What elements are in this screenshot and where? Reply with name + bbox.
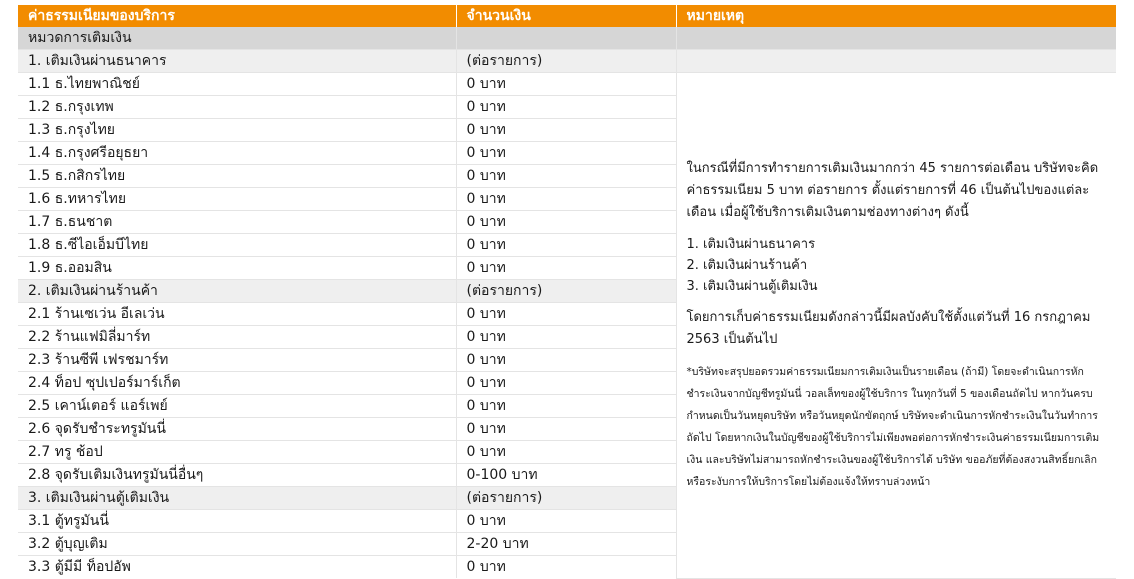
group-unit: (ต่อรายการ) bbox=[456, 279, 677, 303]
group-unit: (ต่อรายการ) bbox=[456, 486, 677, 510]
header-fee: ค่าธรรมเนียมของบริการ bbox=[18, 5, 457, 27]
header-note: หมายเหตุ bbox=[676, 5, 1116, 27]
row-label: 2.6 จุดรับชำระทรูมันนี่ bbox=[18, 417, 457, 441]
row-amount: 0-100 บาท bbox=[456, 463, 677, 487]
note-list-item: 3. เติมเงินผ่านตู้เติมเงิน bbox=[686, 278, 818, 294]
row-label: 1.9 ธ.ออมสิน bbox=[18, 256, 457, 280]
row-amount: 0 บาท bbox=[456, 394, 677, 418]
row-amount: 0 บาท bbox=[456, 187, 677, 211]
group-title: 2. เติมเงินผ่านร้านค้า bbox=[18, 279, 457, 303]
row-amount: 0 บาท bbox=[456, 233, 677, 257]
row-label: 1.2 ธ.กรุงเทพ bbox=[18, 95, 457, 119]
row-label: 1.6 ธ.ทหารไทย bbox=[18, 187, 457, 211]
row-amount: 0 บาท bbox=[456, 325, 677, 349]
row-label: 2.1 ร้านเซเว่น อีเลเว่น bbox=[18, 302, 457, 326]
row-amount: 0 บาท bbox=[456, 509, 677, 533]
note-list: 1. เติมเงินผ่านธนาคาร 2. เติมเงินผ่านร้า… bbox=[687, 234, 1107, 297]
group-row: 1. เติมเงินผ่านธนาคาร (ต่อรายการ) bbox=[18, 49, 1116, 73]
row-label: 3.1 ตู้ทรูมันนี่ bbox=[18, 509, 457, 533]
row-amount: 0 บาท bbox=[456, 440, 677, 464]
category-row: หมวดการเติมเงิน bbox=[18, 27, 1116, 50]
row-label: 2.7 ทรู ช้อป bbox=[18, 440, 457, 464]
fee-table: ค่าธรรมเนียมของบริการ จำนวนเงิน หมายเหตุ… bbox=[18, 5, 1116, 579]
row-amount: 0 บาท bbox=[456, 72, 677, 96]
row-label: 1.4 ธ.กรุงศรีอยุธยา bbox=[18, 141, 457, 165]
row-amount: 0 บาท bbox=[456, 210, 677, 234]
row-label: 3.2 ตู้บุญเติม bbox=[18, 532, 457, 556]
row-label: 2.3 ร้านซีพี เฟรชมาร์ท bbox=[18, 348, 457, 372]
note-cell: ในกรณีที่มีการทำรายการเติมเงินมากกว่า 45… bbox=[676, 72, 1116, 579]
header-amount: จำนวนเงิน bbox=[456, 5, 677, 27]
row-amount: 2-20 บาท bbox=[456, 532, 677, 556]
row-amount: 0 บาท bbox=[456, 348, 677, 372]
row-label: 1.5 ธ.กสิกรไทย bbox=[18, 164, 457, 188]
row-label: 2.5 เคาน์เตอร์ แอร์เพย์ bbox=[18, 394, 457, 418]
row-amount: 0 บาท bbox=[456, 118, 677, 142]
group-unit: (ต่อรายการ) bbox=[456, 49, 677, 73]
row-label: 2.2 ร้านแฟมิลี่มาร์ท bbox=[18, 325, 457, 349]
group-title: 3. เติมเงินผ่านตู้เติมเงิน bbox=[18, 486, 457, 510]
row-amount: 0 บาท bbox=[456, 164, 677, 188]
row-label: 1.7 ธ.ธนชาต bbox=[18, 210, 457, 234]
row-amount: 0 บาท bbox=[456, 256, 677, 280]
note-effective-date: โดยการเก็บค่าธรรมเนียมดังกล่าวนี้มีผลบัง… bbox=[686, 309, 1091, 347]
row-amount: 0 บาท bbox=[456, 95, 677, 119]
row-label: 1.8 ธ.ซีไอเอ็มบีไทย bbox=[18, 233, 457, 257]
row-amount: 0 บาท bbox=[456, 417, 677, 441]
note-main: ในกรณีที่มีการทำรายการเติมเงินมากกว่า 45… bbox=[686, 160, 1099, 220]
row-label: 3.3 ตู้มีมี ท็อปอัพ bbox=[18, 555, 457, 578]
row-amount: 0 บาท bbox=[456, 371, 677, 395]
row-label: 1.3 ธ.กรุงไทย bbox=[18, 118, 457, 142]
group-title: 1. เติมเงินผ่านธนาคาร bbox=[18, 49, 457, 73]
row-amount: 0 บาท bbox=[456, 141, 677, 165]
row-label: 2.4 ท็อป ซุปเปอร์มาร์เก็ต bbox=[18, 371, 457, 395]
note-list-item: 1. เติมเงินผ่านธนาคาร bbox=[686, 236, 816, 252]
row-label: 2.8 จุดรับเติมเงินทรูมันนี่อื่นๆ bbox=[18, 463, 457, 487]
category-title: หมวดการเติมเงิน bbox=[18, 27, 457, 50]
row-amount: 0 บาท bbox=[456, 555, 677, 578]
row-amount: 0 บาท bbox=[456, 302, 677, 326]
note-fine-print: *บริษัทจะสรุปยอดรวมค่าธรรมเนียมการเติมเง… bbox=[686, 365, 1100, 488]
note-list-item: 2. เติมเงินผ่านร้านค้า bbox=[686, 257, 808, 273]
table-header-row: ค่าธรรมเนียมของบริการ จำนวนเงิน หมายเหตุ bbox=[18, 5, 1116, 27]
row-label: 1.1 ธ.ไทยพาณิชย์ bbox=[18, 72, 457, 96]
table-row: 1.1 ธ.ไทยพาณิชย์ 0 บาท ในกรณีที่มีการทำร… bbox=[18, 72, 1116, 579]
